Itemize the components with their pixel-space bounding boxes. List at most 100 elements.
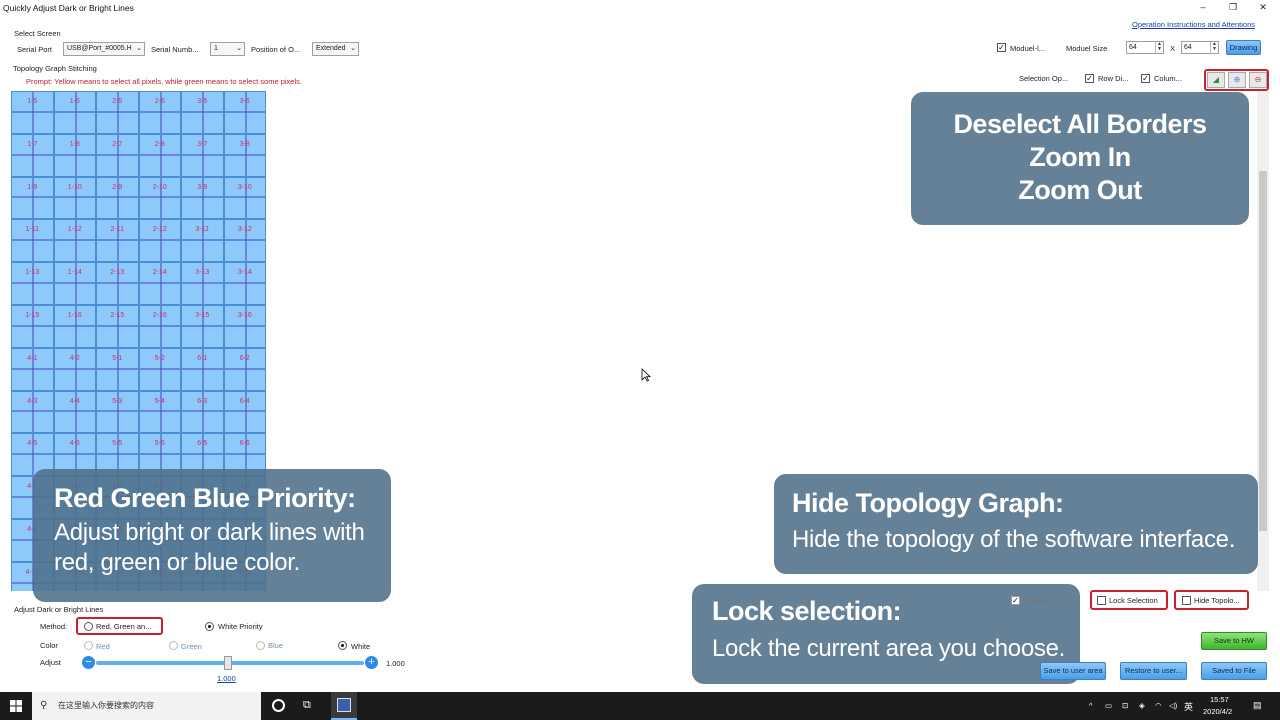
display-serial-checkbox[interactable]: ✓ [1011, 596, 1020, 605]
vertical-scrollbar[interactable] [1257, 91, 1269, 591]
close-button[interactable]: ✕ [1250, 0, 1276, 16]
zoom-in-icon[interactable]: ⊕ [1228, 72, 1246, 88]
topology-cell[interactable]: 2-10 [138, 176, 181, 220]
topology-cell[interactable]: 3-16 [223, 304, 266, 348]
taskbar-search-box[interactable]: 在这里输入你要搜索的内容 [32, 692, 261, 720]
topology-cell[interactable]: 2-13 [96, 262, 139, 305]
restore-to-user-button[interactable]: Restore to user... [1120, 662, 1187, 680]
topology-cell[interactable]: 3-9 [181, 176, 224, 220]
module-width-stepper[interactable]: 64 ▲ ▼ [1126, 41, 1164, 54]
row-checkbox[interactable]: ✓ [1085, 74, 1094, 83]
tray-network-icon[interactable]: ⊡ [1122, 701, 1128, 710]
operation-instructions-link[interactable]: Operation Instructions and Attentions [1132, 20, 1255, 29]
topology-cell[interactable]: 3-11 [181, 219, 224, 263]
topology-cell[interactable]: 3-15 [181, 304, 224, 348]
topology-cell[interactable]: 1-15 [11, 304, 54, 348]
topology-cell[interactable]: 1-13 [11, 262, 54, 305]
saved-to-file-button[interactable]: Saved to File [1201, 662, 1267, 680]
topology-cell[interactable]: 4-1 [11, 347, 54, 391]
module-checkbox[interactable]: ✓ [997, 43, 1006, 52]
task-view-icon[interactable]: ⧉ [303, 699, 311, 712]
topology-cell[interactable]: 3-14 [223, 262, 266, 305]
notification-icon[interactable]: ▤ [1253, 700, 1262, 711]
plus-icon[interactable]: + [365, 656, 378, 669]
minus-icon[interactable]: − [82, 656, 95, 669]
adjust-current-value[interactable]: 1.000 [217, 674, 236, 683]
module-height-stepper[interactable]: 64 ▲ ▼ [1181, 41, 1219, 54]
topology-cell[interactable]: 1-10 [53, 176, 96, 220]
lock-selection-checkbox[interactable] [1097, 596, 1106, 605]
stepper-arrows-icon[interactable]: ▲ ▼ [1210, 42, 1218, 53]
topology-cell[interactable]: 2-6 [138, 91, 181, 134]
restore-button[interactable]: ❐ [1220, 0, 1246, 16]
ime-indicator[interactable]: 英 [1184, 700, 1193, 713]
topology-cell[interactable]: 5-1 [96, 347, 139, 391]
topology-cell[interactable]: 3-8 [223, 133, 266, 177]
stepper-arrows-icon[interactable]: ▲ ▼ [1155, 42, 1163, 53]
topology-cell[interactable]: 4-2 [53, 347, 96, 391]
hide-topology-checkbox[interactable] [1182, 596, 1191, 605]
topology-cell[interactable]: 3-10 [223, 176, 266, 220]
topology-cell[interactable]: 1-9 [11, 176, 54, 220]
app-taskbar-button[interactable] [331, 692, 357, 720]
topology-cell[interactable]: 3-12 [223, 219, 266, 263]
scrollbar-thumb[interactable] [1259, 171, 1267, 531]
topology-cell[interactable]: 2-15 [96, 304, 139, 348]
color-green-radio[interactable] [169, 641, 178, 650]
topology-cell[interactable]: 6-4 [223, 390, 266, 434]
serial-port-select[interactable]: USB@Port_#0005.H ⌄ [63, 42, 145, 56]
topology-cell[interactable]: 4-3 [11, 390, 54, 434]
tray-device-icon[interactable]: ▭ [1105, 701, 1112, 710]
topology-cell[interactable]: 2-12 [138, 219, 181, 263]
topology-cell[interactable]: 4-4 [53, 390, 96, 434]
topology-cell[interactable]: 3-13 [181, 262, 224, 305]
windows-start-icon[interactable] [10, 700, 22, 712]
adjust-slider-handle[interactable] [224, 656, 232, 670]
minimize-button[interactable]: – [1190, 0, 1216, 16]
column-checkbox[interactable]: ✓ [1141, 74, 1150, 83]
tray-shield-icon[interactable]: ◈ [1139, 701, 1145, 710]
topology-cell[interactable]: 3-6 [223, 91, 266, 134]
tray-wifi-icon[interactable]: ◠ [1155, 701, 1162, 710]
topology-cell[interactable]: 1-6 [53, 91, 96, 134]
clock-time[interactable]: 15:57 [1210, 695, 1229, 704]
topology-cell[interactable]: 5-4 [138, 390, 181, 434]
topology-cell[interactable]: 1-11 [11, 219, 54, 263]
color-white-radio[interactable] [338, 641, 347, 650]
topology-cell[interactable]: 2-5 [96, 91, 139, 134]
method-white-radio[interactable] [205, 622, 214, 631]
save-to-hw-button[interactable]: Save to HW [1201, 632, 1267, 650]
tray-chevron-icon[interactable]: ^ [1089, 701, 1093, 710]
tray-volume-icon[interactable]: ◁) [1169, 701, 1177, 710]
topology-cell[interactable]: 6-2 [223, 347, 266, 391]
topology-cell[interactable]: 2-7 [96, 133, 139, 177]
topology-cell[interactable]: 3-7 [181, 133, 224, 177]
topology-cell[interactable]: 2-8 [138, 133, 181, 177]
topology-cell[interactable]: 2-16 [138, 304, 181, 348]
deselect-borders-icon[interactable]: ◢ [1207, 72, 1225, 88]
save-to-user-area-button[interactable]: Save to user area [1040, 662, 1106, 680]
topology-cell[interactable]: 2-14 [138, 262, 181, 305]
topology-cell[interactable]: 5-2 [138, 347, 181, 391]
method-rgb-radio[interactable] [84, 622, 93, 631]
cortana-icon[interactable] [272, 699, 285, 712]
topology-cell[interactable]: 6-3 [181, 390, 224, 434]
position-select[interactable]: Extended ⌄ [312, 42, 359, 56]
topology-cell[interactable]: 1-7 [11, 133, 54, 177]
topology-cell[interactable]: 2-9 [96, 176, 139, 220]
topology-cell[interactable]: 3-5 [181, 91, 224, 134]
color-blue-radio[interactable] [256, 641, 265, 650]
topology-cell[interactable]: 1-12 [53, 219, 96, 263]
topology-cell[interactable]: 1-14 [53, 262, 96, 305]
topology-cell[interactable]: 5-3 [96, 390, 139, 434]
topology-cell[interactable]: 2-11 [96, 219, 139, 263]
drawing-button[interactable]: Drawing [1226, 40, 1261, 55]
topology-cell[interactable]: 1-16 [53, 304, 96, 348]
topology-cell[interactable]: 6-1 [181, 347, 224, 391]
color-red-radio[interactable] [84, 641, 93, 650]
clock-date[interactable]: 2020/4/2 [1203, 707, 1232, 716]
serial-number-select[interactable]: 1 ⌄ [210, 42, 245, 56]
topology-cell[interactable]: 1-5 [11, 91, 54, 134]
zoom-out-icon[interactable]: ⊖ [1249, 72, 1267, 88]
topology-cell[interactable]: 1-8 [53, 133, 96, 177]
